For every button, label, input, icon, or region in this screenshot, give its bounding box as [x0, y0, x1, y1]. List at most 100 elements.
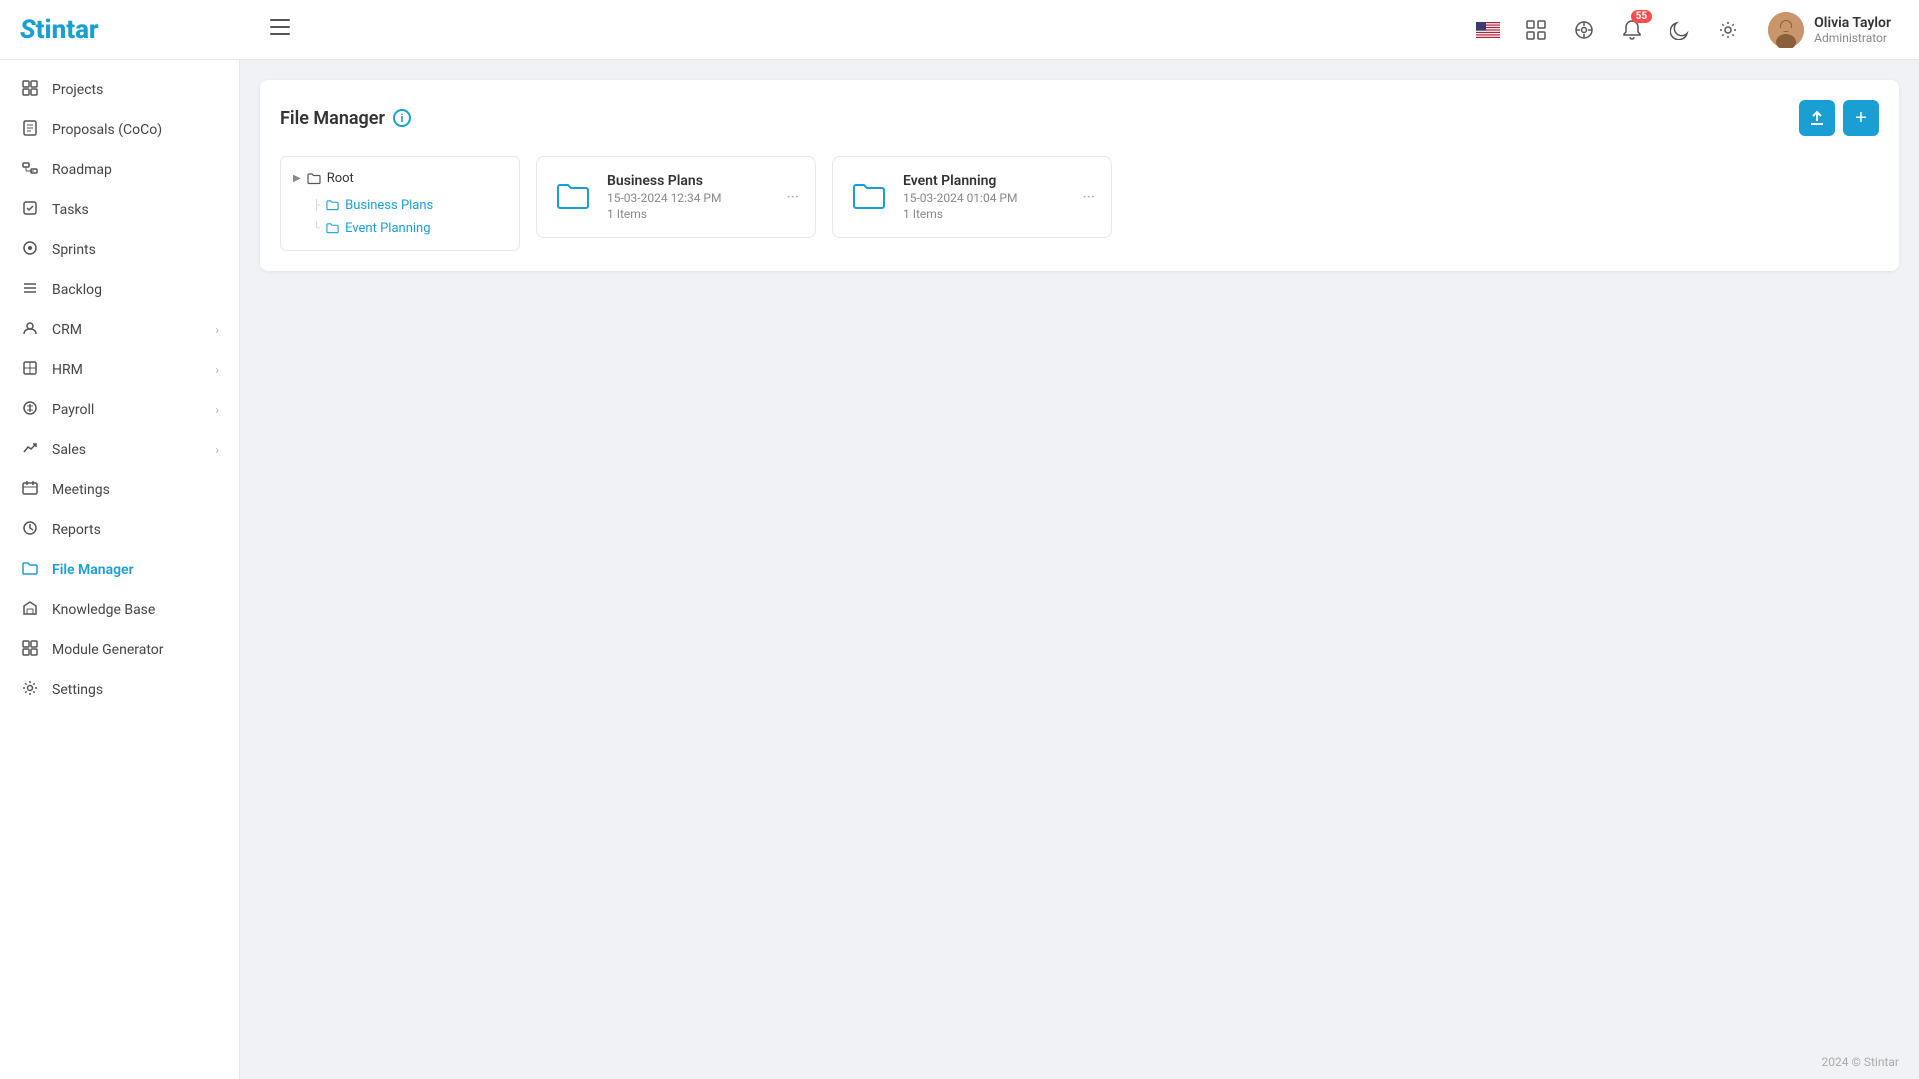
sidebar-item-filemanager[interactable]: File Manager: [0, 550, 239, 590]
info-icon[interactable]: i: [393, 109, 411, 127]
user-text: Olivia Taylor Administrator: [1814, 15, 1891, 45]
sidebar-item-backlog[interactable]: Backlog: [0, 270, 239, 310]
tree-line-icon: ├: [313, 200, 320, 211]
payroll-icon: [20, 400, 40, 420]
tree-children: ├ Business Plans └: [313, 196, 507, 238]
sidebar-label-sprints: Sprints: [52, 242, 96, 258]
sidebar-label-proposals: Proposals (CoCo): [52, 122, 162, 138]
knowledgebase-icon: [20, 600, 40, 620]
sidebar-item-reports[interactable]: Reports: [0, 510, 239, 550]
card-actions: +: [1799, 100, 1879, 136]
avatar: [1768, 12, 1804, 48]
sidebar-item-roadmap[interactable]: Roadmap: [0, 150, 239, 190]
tree-child-event-planning[interactable]: └ Event Planning: [313, 219, 507, 238]
event-planning-items: 1 Items: [903, 207, 1095, 221]
sidebar-label-knowledgebase: Knowledge Base: [52, 602, 155, 618]
modulegenerator-icon: [20, 640, 40, 660]
tree-panel: ▶ Root ├ Busi: [280, 156, 520, 251]
sidebar-item-crm[interactable]: CRM ›: [0, 310, 239, 350]
sidebar-label-sales: Sales: [52, 442, 86, 458]
sidebar-item-sprints[interactable]: Sprints: [0, 230, 239, 270]
proposals-icon: [20, 120, 40, 140]
sidebar-label-roadmap: Roadmap: [52, 162, 112, 178]
projects-icon: [20, 80, 40, 100]
main-content: File Manager i +: [240, 60, 1919, 1079]
sidebar-item-tasks[interactable]: Tasks: [0, 190, 239, 230]
business-plans-items: 1 Items: [607, 207, 799, 221]
tree-line-icon2: └: [313, 223, 320, 234]
tree-arrow[interactable]: ▶: [293, 173, 301, 184]
reports-icon: [20, 520, 40, 540]
footer-text: 2024 © Stintar: [1822, 1055, 1899, 1069]
settings-icon: [20, 680, 40, 700]
crm-icon: [20, 320, 40, 340]
logo-text: Stintar: [20, 15, 99, 45]
add-button[interactable]: +: [1843, 100, 1879, 136]
business-plans-info: Business Plans 15-03-2024 12:34 PM 1 Ite…: [607, 173, 799, 221]
sidebar-item-modulegenerator[interactable]: Module Generator: [0, 630, 239, 670]
crosshair-icon[interactable]: [1568, 14, 1600, 46]
hrm-icon: [20, 360, 40, 380]
crm-chevron: ›: [215, 323, 219, 337]
sales-chevron: ›: [215, 443, 219, 457]
sidebar-item-settings[interactable]: Settings: [0, 670, 239, 710]
event-planning-folder-card-icon: [849, 177, 889, 217]
sidebar-label-filemanager: File Manager: [52, 562, 134, 578]
settings-gear-icon[interactable]: [1712, 14, 1744, 46]
roadmap-icon: [20, 160, 40, 180]
business-plans-folder-icon: [326, 199, 339, 212]
business-plans-menu[interactable]: ···: [782, 184, 803, 211]
header: Stintar: [0, 0, 1919, 60]
tree-child-label-event-planning: Event Planning: [345, 221, 430, 236]
event-planning-folder-icon: [326, 222, 339, 235]
dark-mode-icon[interactable]: [1664, 14, 1696, 46]
sidebar-label-modulegenerator: Module Generator: [52, 642, 164, 658]
tree-child-business-plans[interactable]: ├ Business Plans: [313, 196, 507, 215]
sidebar-item-meetings[interactable]: Meetings: [0, 470, 239, 510]
tree-root-label: Root: [327, 171, 354, 186]
sidebar-label-backlog: Backlog: [52, 282, 102, 298]
sidebar-label-reports: Reports: [52, 522, 101, 538]
sidebar-item-payroll[interactable]: Payroll ›: [0, 390, 239, 430]
sidebar-item-sales[interactable]: Sales ›: [0, 430, 239, 470]
layout: Projects Proposals (CoCo) Roadmap Tasks: [0, 60, 1919, 1079]
event-planning-info: Event Planning 15-03-2024 01:04 PM 1 Ite…: [903, 173, 1095, 221]
sidebar: Projects Proposals (CoCo) Roadmap Tasks: [0, 60, 240, 1079]
sidebar-label-tasks: Tasks: [52, 202, 89, 218]
tree-child-label-business-plans: Business Plans: [345, 198, 433, 213]
logo: Stintar: [20, 15, 260, 45]
business-plans-folder-card-icon: [553, 177, 593, 217]
menu-toggle[interactable]: [270, 19, 290, 40]
fm-content: ▶ Root ├ Busi: [280, 156, 1879, 251]
user-profile[interactable]: Olivia Taylor Administrator: [1760, 8, 1899, 52]
sales-icon: [20, 440, 40, 460]
card-title-row: File Manager i: [280, 108, 411, 129]
apps-icon[interactable]: [1520, 14, 1552, 46]
user-role: Administrator: [1814, 31, 1891, 45]
file-manager-title: File Manager: [280, 108, 385, 129]
event-planning-date: 15-03-2024 01:04 PM: [903, 191, 1095, 205]
tasks-icon: [20, 200, 40, 220]
payroll-chevron: ›: [215, 403, 219, 417]
event-planning-menu[interactable]: ···: [1078, 184, 1099, 211]
business-plans-name: Business Plans: [607, 173, 799, 189]
business-plans-date: 15-03-2024 12:34 PM: [607, 191, 799, 205]
sidebar-item-hrm[interactable]: HRM ›: [0, 350, 239, 390]
sidebar-item-knowledgebase[interactable]: Knowledge Base: [0, 590, 239, 630]
sidebar-label-meetings: Meetings: [52, 482, 110, 498]
notification-bell-icon[interactable]: 55: [1616, 14, 1648, 46]
footer: 2024 © Stintar: [1822, 1055, 1899, 1069]
folder-card-event-planning[interactable]: Event Planning 15-03-2024 01:04 PM 1 Ite…: [832, 156, 1112, 238]
sidebar-item-projects[interactable]: Projects: [0, 70, 239, 110]
sidebar-label-hrm: HRM: [52, 362, 83, 378]
tree-root: ▶ Root ├ Busi: [293, 169, 507, 238]
folder-cards: Business Plans 15-03-2024 12:34 PM 1 Ite…: [536, 156, 1879, 251]
header-right: 55: [1472, 8, 1899, 52]
tree-root-item[interactable]: ▶ Root: [293, 169, 507, 188]
upload-button[interactable]: [1799, 100, 1835, 136]
language-selector[interactable]: [1472, 14, 1504, 46]
folder-card-business-plans[interactable]: Business Plans 15-03-2024 12:34 PM 1 Ite…: [536, 156, 816, 238]
sidebar-label-settings: Settings: [52, 682, 103, 698]
sidebar-item-proposals[interactable]: Proposals (CoCo): [0, 110, 239, 150]
filemanager-icon: [20, 560, 40, 580]
